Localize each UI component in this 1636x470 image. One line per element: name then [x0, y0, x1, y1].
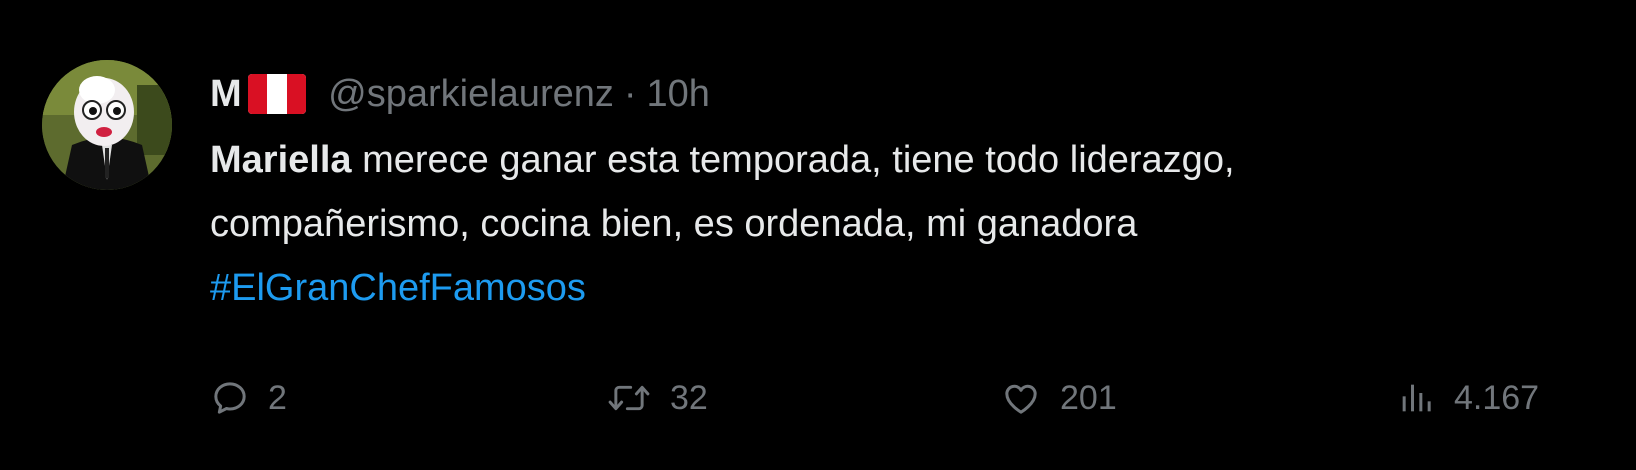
peru-flag-icon [248, 74, 307, 114]
tweet-text: Mariella merece ganar esta temporada, ti… [210, 128, 1590, 320]
tweet-card[interactable]: M @sparkielaurenz · 10h Mariella merece … [0, 0, 1636, 470]
retweet-count: 32 [670, 378, 708, 417]
reply-count: 2 [268, 378, 287, 417]
reply-icon [214, 382, 246, 414]
tweet-line-1-rest: merece ganar esta temporada, tiene todo … [351, 139, 1235, 181]
tweet-text-line-1: Mariella merece ganar esta temporada, ti… [210, 128, 1590, 192]
like-count: 201 [1060, 378, 1117, 417]
heart-icon [1005, 384, 1037, 414]
avatar-image [42, 60, 172, 190]
like-button[interactable]: 201 [1000, 370, 1117, 426]
timestamp[interactable]: 10h [647, 73, 710, 116]
retweet-button[interactable]: 32 [606, 370, 708, 426]
hashtag-link[interactable]: #ElGranChefFamosos [210, 267, 586, 309]
separator-dot: · [623, 72, 637, 115]
tweet-header: M @sparkielaurenz · 10h [210, 66, 710, 122]
reply-button[interactable]: 2 [210, 370, 287, 426]
tweet-text-line-2: compañerismo, cocina bien, es ordenada, … [210, 203, 1138, 245]
user-handle[interactable]: @sparkielaurenz [328, 73, 614, 116]
views-count: 4.167 [1454, 378, 1540, 417]
tweet-bold-lead: Mariella [210, 139, 352, 181]
action-bar: 2 32 201 4.167 [210, 370, 1590, 426]
avatar[interactable] [42, 60, 172, 190]
views-button[interactable]: 4.167 [1396, 370, 1539, 426]
display-name[interactable]: M [210, 73, 242, 116]
retweet-icon [608, 385, 650, 411]
views-chart-icon [1402, 384, 1431, 412]
